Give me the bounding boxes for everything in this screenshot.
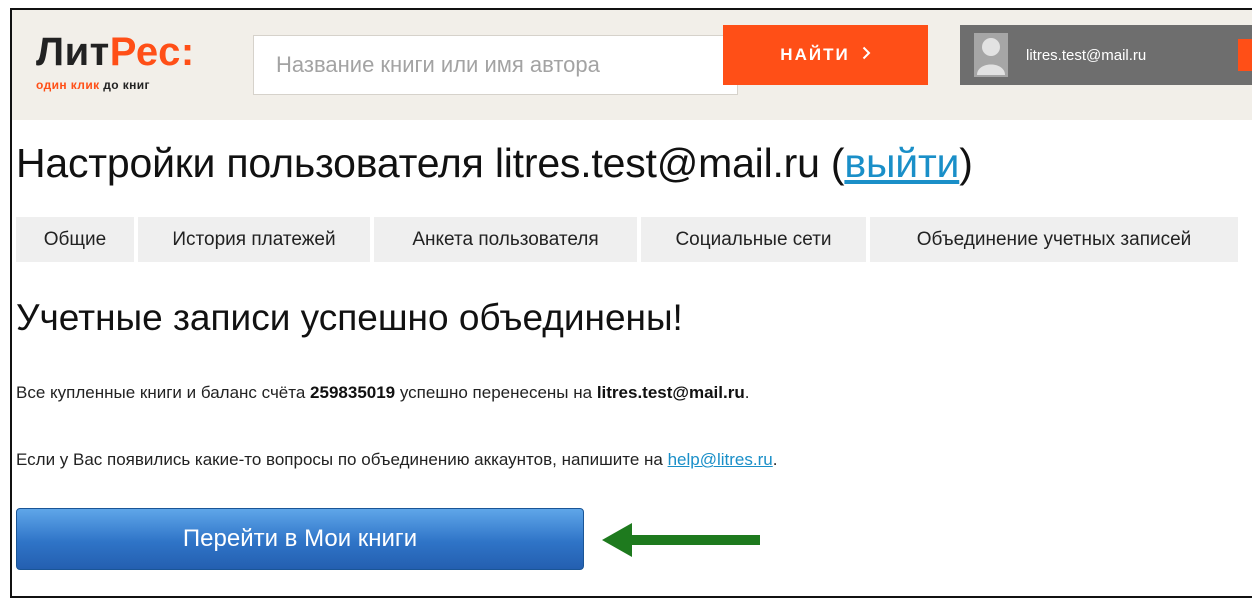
screenshot-frame — [10, 8, 1252, 598]
